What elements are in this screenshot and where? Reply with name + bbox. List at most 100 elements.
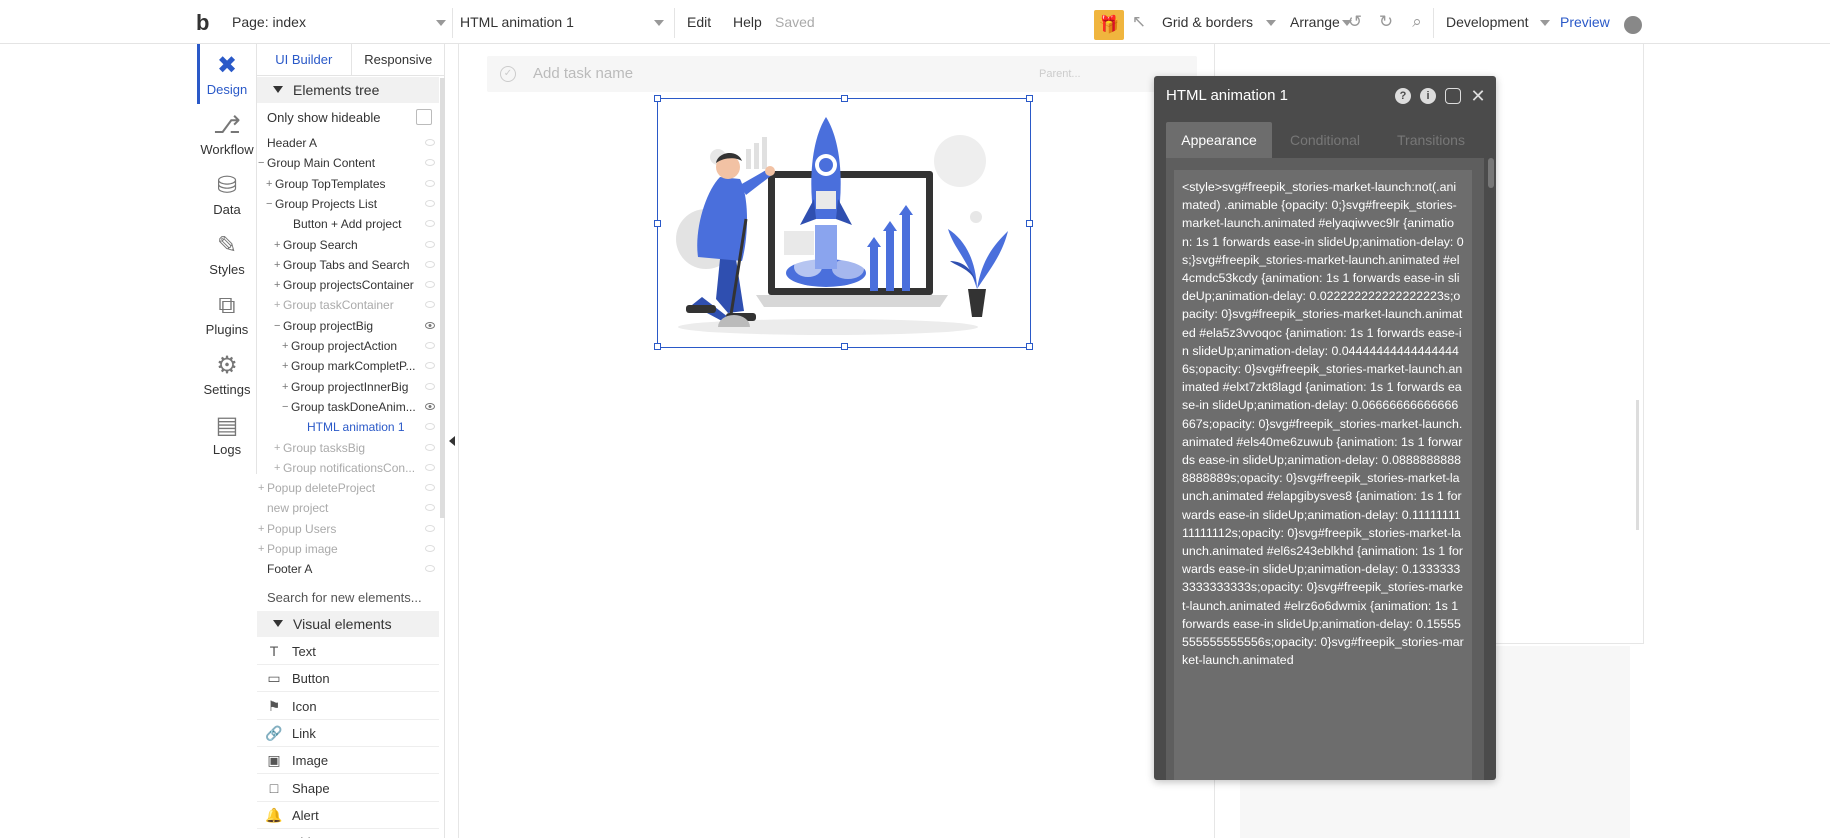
gift-icon[interactable]: 🎁 [1094, 10, 1124, 40]
visibility-eye-icon[interactable] [425, 260, 435, 268]
grid-borders-menu[interactable]: Grid & borders [1162, 0, 1276, 44]
visibility-eye-icon[interactable] [425, 321, 435, 329]
nav-design[interactable]: ✖ Design [197, 44, 257, 104]
user-avatar-icon[interactable] [1624, 16, 1642, 34]
property-scrollbar[interactable] [1488, 158, 1494, 188]
expand-icon[interactable]: + [258, 539, 264, 559]
preview-button[interactable]: Preview [1560, 0, 1610, 44]
tree-row[interactable]: − Group Projects List [257, 194, 439, 214]
expand-icon[interactable]: + [266, 174, 272, 194]
resize-handle[interactable] [841, 95, 848, 102]
expand-icon[interactable]: + [282, 356, 288, 376]
visibility-eye-icon[interactable] [425, 443, 435, 451]
panel-scrollbar[interactable] [440, 78, 445, 518]
expand-icon[interactable]: + [274, 255, 280, 275]
visibility-eye-icon[interactable] [425, 565, 435, 573]
expand-icon[interactable]: + [274, 235, 280, 255]
visibility-eye-icon[interactable] [425, 402, 435, 410]
tree-row[interactable]: + Group projectAction [257, 336, 439, 356]
close-icon[interactable]: ✕ [1470, 87, 1486, 105]
visual-element-text[interactable]: T Text [257, 638, 439, 665]
help-icon[interactable]: ? [1395, 88, 1411, 104]
visual-element-alert[interactable]: 🔔 Alert [257, 802, 439, 829]
tree-row[interactable]: + Group markCompletP... [257, 356, 439, 376]
bubble-logo[interactable]: b [196, 12, 218, 34]
redo-icon[interactable]: ↻ [1377, 13, 1395, 31]
html-code-input[interactable]: <style>svg#freepik_stories-market-launch… [1174, 170, 1472, 780]
tree-row[interactable]: + Popup image [257, 539, 439, 559]
tab-ui-builder[interactable]: UI Builder [257, 44, 351, 75]
visibility-eye-icon[interactable] [425, 545, 435, 552]
visibility-eye-icon[interactable] [425, 524, 435, 532]
search-new-elements-input[interactable]: Search for new elements... [267, 590, 422, 605]
tree-row[interactable]: − Group projectBig [257, 316, 439, 336]
tree-row[interactable]: new project [257, 498, 439, 518]
search-icon[interactable]: ⌕ [1408, 13, 1426, 31]
visibility-eye-icon[interactable] [425, 301, 435, 309]
expand-icon[interactable]: + [274, 438, 280, 458]
tree-row[interactable]: + Group projectInnerBig [257, 377, 439, 397]
visibility-eye-icon[interactable] [425, 504, 435, 512]
tree-row[interactable]: + Popup deleteProject [257, 478, 439, 498]
nav-styles[interactable]: ✎ Styles [197, 224, 257, 284]
tree-row[interactable]: + Group projectsContainer [257, 275, 439, 295]
resize-handle[interactable] [1026, 95, 1033, 102]
visibility-eye-icon[interactable] [425, 362, 435, 370]
tree-row[interactable]: + Group notificationsCon... [257, 458, 439, 478]
visual-element-button[interactable]: ▭ Button [257, 665, 439, 693]
info-icon[interactable]: i [1420, 88, 1436, 104]
visibility-eye-icon[interactable] [425, 423, 435, 431]
visibility-eye-icon[interactable] [425, 159, 435, 167]
visibility-eye-icon[interactable] [425, 463, 435, 471]
nav-settings[interactable]: ⚙ Settings [197, 344, 257, 404]
tree-row[interactable]: + Group taskContainer [257, 295, 439, 315]
collapse-icon[interactable]: − [274, 316, 280, 336]
tree-row[interactable]: Footer A [257, 559, 439, 579]
visual-element-image[interactable]: ▣ Image [257, 747, 439, 775]
help-menu[interactable]: Help [733, 0, 762, 44]
visual-element-shape[interactable]: □ Shape [257, 775, 439, 802]
tree-row[interactable]: + Group TopTemplates [257, 174, 439, 194]
add-task-bar[interactable]: ✓ Add task name Parent... [487, 56, 1197, 92]
visual-element-icon[interactable]: ⚑ Icon [257, 693, 439, 720]
tree-row[interactable]: + Popup Users [257, 519, 439, 539]
edit-menu[interactable]: Edit [687, 0, 711, 44]
collapse-panel-icon[interactable] [449, 436, 455, 446]
nav-data[interactable]: ⛁ Data [197, 164, 257, 224]
tree-row[interactable]: − Group taskDoneAnim... [257, 397, 439, 417]
comment-icon[interactable]: c [1445, 88, 1461, 104]
tree-row[interactable]: HTML animation 1 [257, 417, 439, 437]
development-menu[interactable]: Development [1446, 0, 1550, 44]
tree-row[interactable]: Button + Add project [257, 214, 439, 234]
visibility-eye-icon[interactable] [425, 342, 435, 349]
undo-icon[interactable]: ↺ [1346, 13, 1364, 31]
expand-icon[interactable]: + [274, 275, 280, 295]
visibility-eye-icon[interactable] [425, 220, 435, 228]
arrange-menu[interactable]: Arrange [1290, 0, 1352, 44]
pointer-icon[interactable]: ↖ [1130, 13, 1148, 31]
collapse-icon[interactable]: − [258, 153, 264, 173]
resize-handle[interactable] [1026, 343, 1033, 350]
tab-conditional[interactable]: Conditional [1272, 122, 1378, 158]
expand-icon[interactable]: + [274, 458, 280, 478]
expand-icon[interactable]: + [274, 295, 280, 315]
tree-row[interactable]: + Group Tabs and Search [257, 255, 439, 275]
canvas-scrollbar[interactable] [1636, 400, 1639, 530]
visibility-eye-icon[interactable] [425, 281, 435, 289]
expand-icon[interactable]: + [282, 377, 288, 397]
html-animation-element[interactable] [654, 95, 1033, 350]
expand-icon[interactable]: + [282, 336, 288, 356]
resize-handle[interactable] [654, 343, 661, 350]
only-show-hideable-checkbox[interactable] [416, 109, 432, 125]
element-selector[interactable]: HTML animation 1 [460, 0, 670, 44]
tree-row[interactable]: + Group tasksBig [257, 438, 439, 458]
visibility-eye-icon[interactable] [425, 240, 435, 248]
tab-transitions[interactable]: Transitions [1378, 122, 1484, 158]
visual-elements-header[interactable]: Visual elements [257, 611, 439, 637]
nav-workflow[interactable]: ⎇ Workflow [197, 104, 257, 164]
resize-handle[interactable] [841, 343, 848, 350]
collapse-icon[interactable]: − [266, 194, 272, 214]
expand-icon[interactable]: + [258, 478, 264, 498]
resize-handle[interactable] [654, 220, 661, 227]
visual-element-video[interactable]: ▶Video [257, 829, 439, 838]
